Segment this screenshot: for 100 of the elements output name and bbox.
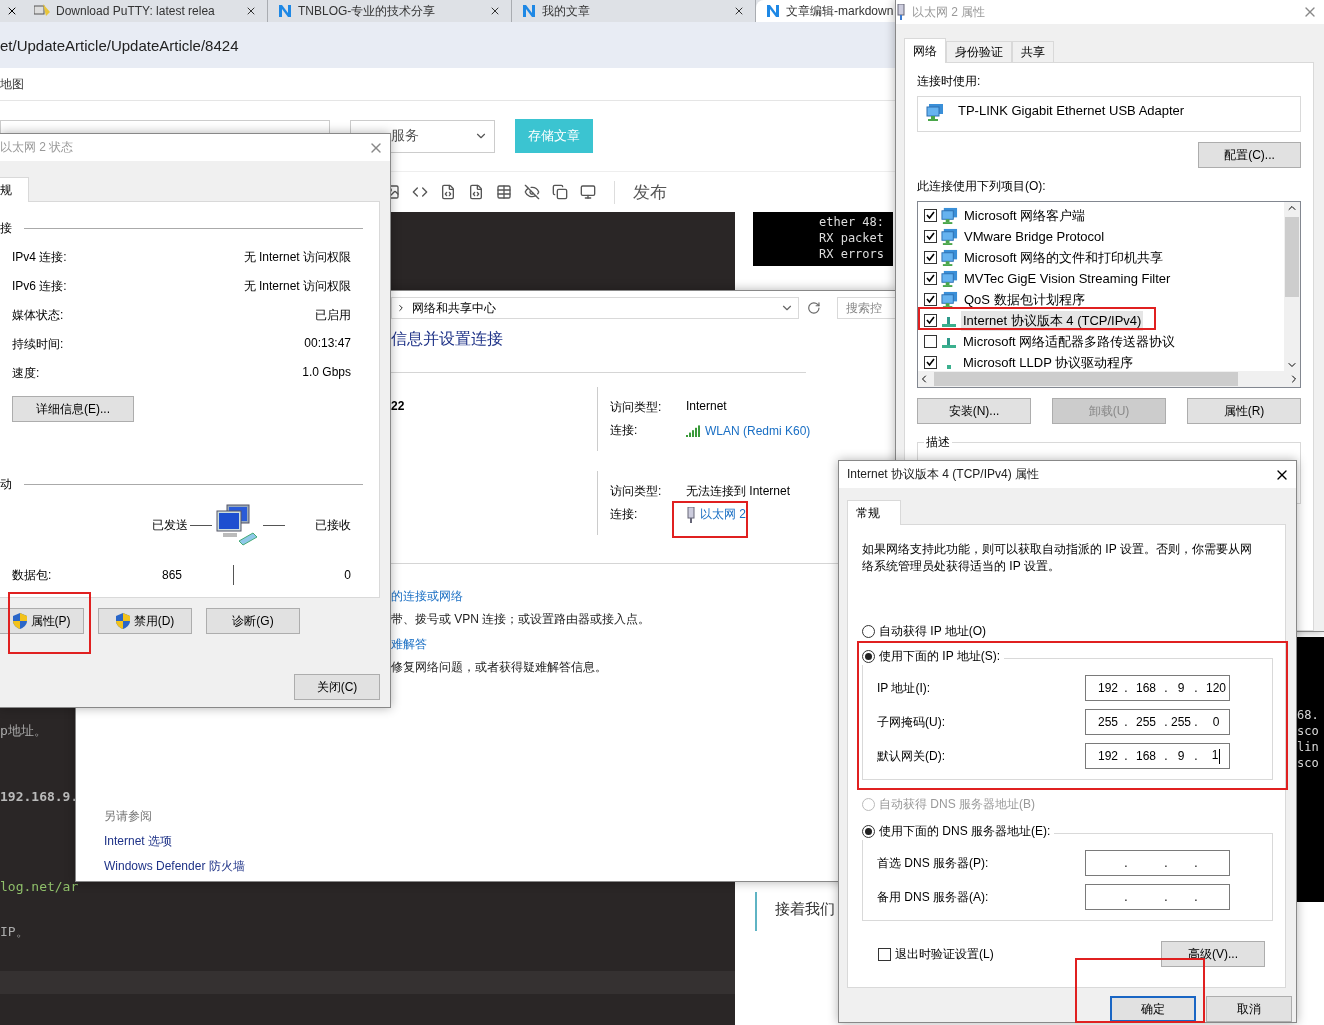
details-button[interactable]: 详细信息(E)... [12,396,134,422]
received-label: 已接收 [314,516,351,534]
field-label: 首选 DNS 服务器(P): [876,854,990,872]
section-label: 此连接使用下列项目(O): [917,178,1047,195]
ip-address-field[interactable]: 192 . 168 . 9 . 120 [1085,675,1230,701]
list-item[interactable]: VMware Bridge Protocol [962,228,1107,245]
checkbox[interactable] [924,293,937,306]
checkbox[interactable] [878,947,891,961]
field-label: 备用 DNS 服务器(A): [876,888,990,906]
monitor-icon [926,103,944,121]
dialog-tab[interactable]: 共享 [1012,41,1054,62]
nav-link[interactable]: 地图 [0,75,24,93]
field-label: 连接: [610,506,639,523]
close-icon[interactable] [245,5,257,17]
field-value: 865 [162,568,183,582]
list-item[interactable]: Microsoft 网络的文件和打印机共享 [962,247,1166,268]
checkbox[interactable] [924,356,937,369]
file-code-icon[interactable] [440,184,456,200]
monitor-icon[interactable] [580,184,596,200]
list-item[interactable]: Microsoft 网络适配器多路传送器协议 [961,331,1178,352]
task-description: 修复网络问题，或者获得疑难解答信息。 [391,659,608,676]
ethernet-icon [686,506,696,523]
checkbox[interactable] [924,209,937,222]
publish-button[interactable]: 发布 [614,180,667,204]
editor-line: p地址。 [0,722,48,740]
task-description: 带、拨号或 VPN 连接；或设置路由器或接入点。 [391,611,652,628]
dialog-button[interactable]: 安装(N)... [917,398,1031,424]
field-value: 无 Internet 访问权限 [243,278,351,295]
protocol-icon [941,335,957,348]
editor-line: IP。 [0,923,30,941]
configure-button[interactable]: 配置(C)... [1198,142,1301,168]
page-heading: 信息并设置连接 [391,329,504,349]
dialog-title: 以太网 2 状态 [0,139,74,156]
radio-option[interactable]: 使用下面的 IP 地址(S): [862,648,1005,665]
close-button[interactable]: 关闭(C) [294,674,380,700]
breadcrumb-bar[interactable]: 网络和共享中心 [391,297,800,319]
terminal-output: ether 48: RX packet RX errors [753,212,893,266]
section-title: 接 [0,220,12,237]
checkbox[interactable] [924,272,937,285]
editor-line: log.net/ar [0,879,80,896]
field-label: 连接: [610,422,639,439]
close-icon[interactable] [733,5,745,17]
adapter-field: TP-LINK Gigabit Ethernet USB Adapter [917,96,1301,132]
preview-quote: 接着我们 [755,892,835,931]
radio-option[interactable]: 使用下面的 DNS 服务器地址(E): [862,823,1055,840]
list-item[interactable]: Internet 协议版本 4 (TCP/IPv4) [961,310,1144,331]
field-value: 1.0 Gbps [301,365,351,381]
copy-icon[interactable] [552,184,568,200]
field-label: 媒体状态: [12,307,65,324]
ip-address-field[interactable]: . . . [1085,850,1230,876]
dialog-tab[interactable]: 常规 [847,500,901,525]
checkbox[interactable] [924,335,937,348]
ip-address-field[interactable]: . . . [1085,884,1230,910]
dialog-tab[interactable]: 规 [0,177,29,202]
dialog-button[interactable]: 属性(P) [0,608,84,634]
protocol-icon [941,314,957,327]
file-code-icon[interactable] [468,184,484,200]
code-icon[interactable] [412,184,428,200]
monitor-icon [941,207,958,224]
logo-icon [522,4,536,18]
table-icon[interactable] [496,184,512,200]
ok-button[interactable]: 确定 [1110,996,1196,1022]
field-label: IPv4 连接: [12,249,68,266]
cancel-button[interactable]: 取消 [1206,996,1292,1022]
field-label: IPv6 连接: [12,278,68,295]
list-item[interactable]: QoS 数据包计划程序 [962,289,1087,310]
dialog-button[interactable]: 禁用(D) [98,608,192,634]
close-icon[interactable] [489,5,501,17]
connection-link[interactable]: WLAN (Redmi K60) [686,422,896,439]
list-item[interactable]: Microsoft 网络客户端 [962,205,1088,226]
checkbox[interactable] [924,230,937,243]
group-title: 描述 [924,434,952,451]
field-label: 子网掩码(U): [876,713,946,731]
ip-address-field[interactable]: 255 . 255 . 255 . 0 [1085,709,1230,735]
logo-icon [766,4,780,18]
ip-address-field[interactable]: 192 . 168 . 9 . 1 [1085,743,1230,769]
list-item[interactable]: MVTec GigE Vision Streaming Filter [962,270,1173,287]
checkbox[interactable] [924,251,937,264]
dialog-tab[interactable]: 身份验证 [946,41,1012,62]
see-also-title: 另请参阅 [104,808,153,825]
field-label: 默认网关(D): [876,747,946,765]
field-value: 已启用 [314,307,351,324]
checkbox[interactable] [924,314,937,327]
dialog-tab[interactable]: 网络 [904,38,946,63]
dialog-button[interactable]: 属性(R) [1187,398,1301,424]
field-label: 持续时间: [12,336,65,353]
close-icon[interactable] [6,5,18,17]
field-value: 0 [343,568,351,582]
scrollbar[interactable] [1284,202,1300,371]
dialog-button[interactable]: 诊断(G) [206,608,300,634]
refresh-icon[interactable] [807,301,822,315]
advanced-button[interactable]: 高级(V)... [1161,941,1265,967]
network-name: 22 [391,398,406,415]
editor-line: 192.168.9. [0,789,80,806]
eye-off-icon[interactable] [524,184,540,200]
address-bar[interactable]: et/UpdateArticle/UpdateArticle/8424 [0,36,239,54]
list-item[interactable]: Microsoft LLDP 协议驱动程序 [961,352,1136,371]
scrollbar[interactable] [918,371,1300,387]
driver-icon [947,364,951,369]
sent-label: 已发送 [152,516,188,534]
